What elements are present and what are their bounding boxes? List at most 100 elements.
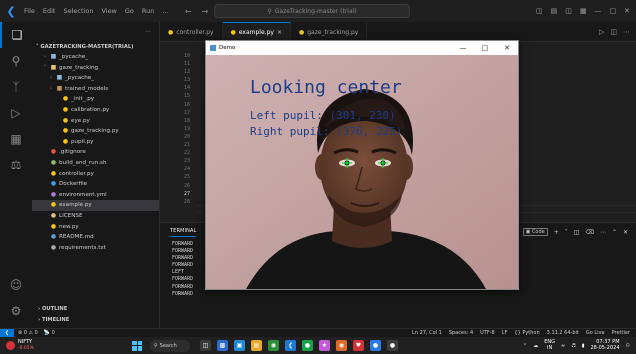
account-icon[interactable]: ☺ [0,272,32,298]
stock-widget[interactable]: NIFTY -0.05% [0,339,120,351]
file-tree-item[interactable]: ● example.py [32,200,159,211]
demo-window-titlebar[interactable]: Demo — □ ✕ [206,41,518,55]
file-tree-item[interactable]: ● requirements.txt [32,243,159,254]
menu-item[interactable]: Go [125,7,134,15]
back-arrow-icon[interactable]: ← [185,7,192,16]
status-item[interactable]: 📡 0 [44,330,55,336]
forward-arrow-icon[interactable]: → [202,7,209,16]
file-tree-item[interactable]: › ■ _pycache_ [32,73,159,84]
terminal-profile-button[interactable]: ▣ Code [522,228,548,236]
cloud-icon[interactable]: ☁ [533,343,538,349]
file-tree-item[interactable]: ● build_and_run.sh [32,158,159,169]
file-tree-item[interactable]: ● .gitignore [32,147,159,158]
testing-icon[interactable]: ⚖ [0,152,32,178]
file-tree-item[interactable]: › ■ trained_models [32,84,159,95]
extensions-icon[interactable]: ▦ [0,126,32,152]
status-item[interactable]: Ln 27, Col 1 [412,330,442,336]
status-item[interactable]: Spaces: 4 [449,330,473,336]
file-tree-item[interactable]: ● pupil.py [32,137,159,148]
language-indicator[interactable]: ENG IN [544,339,555,351]
store-icon[interactable]: ▣ [234,340,245,351]
app-icon-red[interactable]: ♥ [353,340,364,351]
minimize-icon[interactable]: — [595,7,602,15]
close-icon[interactable]: × [277,29,282,36]
status-item[interactable]: LF [502,330,508,336]
split-editor-icon[interactable]: ◫ [610,28,617,36]
menu-item[interactable]: File [24,7,35,15]
file-tree-item[interactable]: ● Dockerfile [32,179,159,190]
more-actions-icon[interactable]: ⋯ [145,29,151,35]
timeline-section[interactable]: › TIMELINE [32,315,160,326]
menu-item[interactable]: Selection [63,7,93,15]
app-icon-blue[interactable]: ● [370,340,381,351]
volume-icon[interactable]: ♬ [571,343,575,349]
battery-icon[interactable]: ▮ [582,343,585,349]
editor-tab[interactable]: ● gaze_tracking.py [291,22,368,42]
vscode-taskbar-icon[interactable]: ❮ [285,340,296,351]
task-view-icon[interactable]: ◫ [200,340,211,351]
file-tree-item[interactable]: ● controller.py [32,169,159,180]
gear-icon[interactable]: ⚙ [0,298,32,324]
file-explorer-icon[interactable]: ▤ [251,340,262,351]
menu-item[interactable]: View [101,7,116,15]
file-tree-item[interactable]: ˅ ■ gaze_tracking [32,63,159,74]
layout-secondary-icon[interactable]: ◫ [565,7,572,15]
search-icon[interactable]: ⚲ [0,48,32,74]
explorer-icon[interactable]: ❏ [0,22,32,48]
menu-item[interactable]: … [162,7,169,15]
more-actions-icon[interactable]: ⋯ [623,28,630,36]
status-item[interactable]: Prettier [612,330,630,336]
command-center-search[interactable]: ⚲ GazeTracking-master (trial) [214,4,410,18]
menu-item[interactable]: Run [142,7,154,15]
tab-terminal[interactable]: TERMINAL [170,228,197,237]
close-icon[interactable]: ✕ [624,7,630,15]
minimize-icon[interactable]: — [452,41,474,55]
chrome-icon[interactable]: ◉ [268,340,279,351]
maximize-icon[interactable]: □ [610,7,617,15]
run-debug-icon[interactable]: ▷ [0,100,32,126]
trash-icon[interactable]: ⌫ [585,229,593,236]
new-terminal-icon[interactable]: + [554,229,559,236]
app-icon-orange[interactable]: ◉ [336,340,347,351]
layout-customize-icon[interactable]: ▦ [580,7,587,15]
tray-overflow-icon[interactable]: ⌃ [523,343,527,349]
file-tree-item[interactable]: ● README.md [32,232,159,243]
demo-camera-window[interactable]: Demo — □ ✕ Looking center Left pupil: (3… [205,40,519,290]
status-item[interactable]: 3.11.2 64-bit [547,330,579,336]
file-tree-item[interactable]: ● new.py [32,222,159,233]
run-icon[interactable]: ▷ [599,28,604,36]
app-icon-purple[interactable]: ★ [319,340,330,351]
notifications-icon[interactable]: ⚇ [626,343,630,349]
python-app-icon[interactable]: ● [387,340,398,351]
file-tree-item[interactable]: ● gaze_tracking.py [32,126,159,137]
split-terminal-icon[interactable]: ◫ [574,229,580,236]
editor-tab[interactable]: ● controller.py [160,22,223,42]
more-actions-icon[interactable]: ⋯ [600,229,606,236]
workspace-root[interactable]: ˅ GAZETRACKING-MASTER(TRIAL) [32,42,159,52]
status-item[interactable]: ⊗ 0 ⚠ 0 [18,330,38,336]
menu-item[interactable]: Edit [43,7,56,15]
file-tree-item[interactable]: › ■ _pycache_ [32,52,159,63]
close-panel-icon[interactable]: ✕ [623,229,628,236]
chevron-down-icon[interactable]: ˅ [565,229,568,236]
windows-start-icon[interactable] [132,340,142,351]
file-tree-item[interactable]: ● _init_.py [32,94,159,105]
editor-tab[interactable]: ● example.py × [222,22,291,42]
wifi-icon[interactable]: ≈ [561,343,565,349]
maximize-icon[interactable]: □ [474,41,496,55]
chat-icon[interactable]: ● [302,340,313,351]
clock[interactable]: 07:37 PM 28-05-2024 [590,339,619,351]
close-icon[interactable]: ✕ [496,41,518,55]
status-item[interactable]: {} Python [514,330,539,336]
status-item[interactable]: Go Live [586,330,605,336]
file-tree-item[interactable]: ● environment.yml [32,190,159,201]
file-tree-item[interactable]: ● calibration.py [32,105,159,116]
maximize-panel-icon[interactable]: ⌃ [612,229,617,236]
source-control-icon[interactable]: ᛉ [0,74,32,100]
file-tree-item[interactable]: ● eye.py [32,116,159,127]
layout-panel-icon[interactable]: ▤ [551,7,558,15]
outline-section[interactable]: › OUTLINE [32,304,160,315]
taskbar-search[interactable]: ⚲ Search [150,339,190,352]
widgets-icon[interactable]: ▩ [217,340,228,351]
layout-sidebar-icon[interactable]: ◫ [536,7,543,15]
